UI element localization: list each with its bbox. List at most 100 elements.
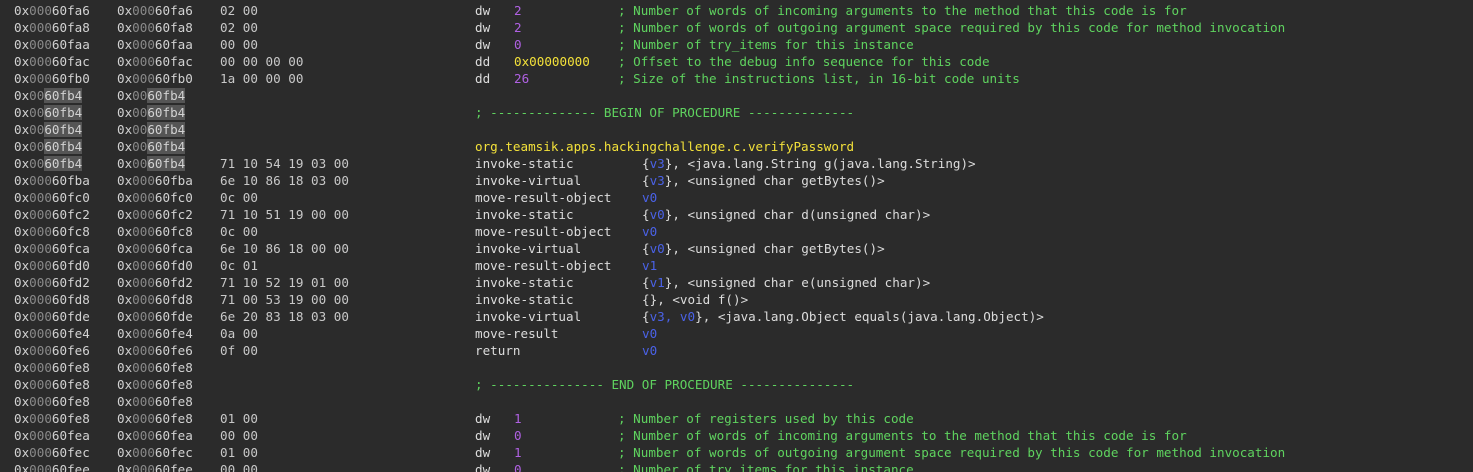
method-signature[interactable]: , <unsigned char getBytes()> <box>672 241 884 256</box>
register[interactable]: v0 <box>642 223 657 240</box>
directive-value[interactable]: 0x00000000 <box>514 53 590 70</box>
virtual-address[interactable]: 0x0060fb4 <box>117 138 186 155</box>
file-offset[interactable]: 0x00060fea <box>14 427 90 444</box>
virtual-address[interactable]: 0x00060fac <box>117 53 193 70</box>
file-offset[interactable]: 0x00060faa <box>14 36 90 53</box>
file-offset[interactable]: 0x0060fb4 <box>14 104 83 121</box>
register[interactable]: v1 <box>642 257 657 274</box>
file-offset[interactable]: 0x00060fee <box>14 461 90 472</box>
register[interactable]: v0 <box>642 189 657 206</box>
listing-row[interactable]: 0x00060fe8 0x00060fe8 01 00 dw 1; Number of … <box>0 410 1473 427</box>
register[interactable]: v3 <box>650 156 665 171</box>
listing-row[interactable]: 0x00060fe8 0x00060fe8; --------------- EN… <box>0 376 1473 393</box>
listing-row[interactable]: 0x00060fba 0x00060fba 6e 10 86 18 03 00 inv… <box>0 172 1473 189</box>
method-signature[interactable]: , <unsigned char e(unsigned char)> <box>672 275 930 290</box>
virtual-address[interactable]: 0x00060fca <box>117 240 193 257</box>
method-signature[interactable]: , <void f()> <box>657 292 748 307</box>
listing-row[interactable]: 0x00060fd0 0x00060fd0 0c 01 move-result-obj… <box>0 257 1473 274</box>
file-offset[interactable]: 0x00060fe6 <box>14 342 90 359</box>
virtual-address[interactable]: 0x00060fc8 <box>117 223 193 240</box>
virtual-address[interactable]: 0x00060fa6 <box>117 2 193 19</box>
virtual-address[interactable]: 0x00060fd0 <box>117 257 193 274</box>
virtual-address[interactable]: 0x00060fba <box>117 172 193 189</box>
file-offset[interactable]: 0x00060fec <box>14 444 90 461</box>
directive-value[interactable]: 1 <box>514 444 522 461</box>
register[interactable]: v3 <box>650 173 665 188</box>
file-offset[interactable]: 0x00060fd8 <box>14 291 90 308</box>
listing-row[interactable]: 0x00060fe4 0x00060fe4 0a 00 move-result v0 <box>0 325 1473 342</box>
virtual-address[interactable]: 0x00060faa <box>117 36 193 53</box>
file-offset[interactable]: 0x00060fd2 <box>14 274 90 291</box>
virtual-address[interactable]: 0x00060fd2 <box>117 274 193 291</box>
listing-row[interactable]: 0x00060fe8 0x00060fe8 <box>0 359 1473 376</box>
virtual-address[interactable]: 0x00060fe8 <box>117 359 193 376</box>
listing-row[interactable]: 0x0060fb4 0x0060fb4; -------------- BEGIN… <box>0 104 1473 121</box>
listing-row[interactable]: 0x00060fe6 0x00060fe6 0f 00 return v0 <box>0 342 1473 359</box>
virtual-address[interactable]: 0x00060fe4 <box>117 325 193 342</box>
listing-row[interactable]: 0x00060fa6 0x00060fa6 02 00 dw 2; Number of … <box>0 2 1473 19</box>
disassembly-listing[interactable]: 0x00060fa6 0x00060fa6 02 00 dw 2; Number of … <box>0 0 1473 472</box>
virtual-address[interactable]: 0x00060fc2 <box>117 206 193 223</box>
listing-row[interactable]: 0x00060fac 0x00060fac 00 00 00 00 dd 0x00000… <box>0 53 1473 70</box>
file-offset[interactable]: 0x0060fb4 <box>14 138 83 155</box>
file-offset[interactable]: 0x0060fb4 <box>14 121 83 138</box>
directive-value[interactable]: 0 <box>514 461 522 472</box>
file-offset[interactable]: 0x00060fba <box>14 172 90 189</box>
listing-row[interactable]: 0x00060fee 0x00060fee 00 00 dw 0; Number of … <box>0 461 1473 472</box>
virtual-address[interactable]: 0x00060fea <box>117 427 193 444</box>
virtual-address[interactable]: 0x00060fc0 <box>117 189 193 206</box>
listing-row[interactable]: 0x00060fc8 0x00060fc8 0c 00 move-result-obj… <box>0 223 1473 240</box>
method-signature[interactable]: , <unsigned char getBytes()> <box>672 173 884 188</box>
virtual-address[interactable]: 0x00060fe8 <box>117 393 193 410</box>
directive-value[interactable]: 0 <box>514 427 522 444</box>
virtual-address[interactable]: 0x00060fe6 <box>117 342 193 359</box>
register[interactable]: v3, v0 <box>650 309 696 324</box>
listing-row[interactable]: 0x00060fde 0x00060fde 6e 20 83 18 03 00 inv… <box>0 308 1473 325</box>
register[interactable]: v0 <box>650 207 665 222</box>
register[interactable]: v0 <box>642 342 657 359</box>
register[interactable]: v0 <box>650 241 665 256</box>
virtual-address[interactable]: 0x00060fee <box>117 461 193 472</box>
virtual-address[interactable]: 0x00060fe8 <box>117 410 193 427</box>
listing-row[interactable]: 0x00060fd8 0x00060fd8 71 00 53 19 00 00 inv… <box>0 291 1473 308</box>
directive-value[interactable]: 26 <box>514 70 529 87</box>
file-offset[interactable]: 0x00060fc8 <box>14 223 90 240</box>
listing-row[interactable]: 0x00060faa 0x00060faa 00 00 dw 0; Number of … <box>0 36 1473 53</box>
file-offset[interactable]: 0x00060fb0 <box>14 70 90 87</box>
file-offset[interactable]: 0x00060fc0 <box>14 189 90 206</box>
listing-row[interactable]: 0x00060fb0 0x00060fb0 1a 00 00 00 dd 26; Siz… <box>0 70 1473 87</box>
file-offset[interactable]: 0x00060fd0 <box>14 257 90 274</box>
listing-row[interactable]: 0x00060fec 0x00060fec 01 00 dw 1; Number of … <box>0 444 1473 461</box>
virtual-address[interactable]: 0x00060fa8 <box>117 19 193 36</box>
file-offset[interactable]: 0x0060fb4 <box>14 87 83 104</box>
directive-value[interactable]: 2 <box>514 19 522 36</box>
file-offset[interactable]: 0x00060fac <box>14 53 90 70</box>
listing-row[interactable]: 0x00060fa8 0x00060fa8 02 00 dw 2; Number of … <box>0 19 1473 36</box>
virtual-address[interactable]: 0x0060fb4 <box>117 121 186 138</box>
virtual-address[interactable]: 0x00060fde <box>117 308 193 325</box>
listing-row[interactable]: 0x00060fd2 0x00060fd2 71 10 52 19 01 00 inv… <box>0 274 1473 291</box>
virtual-address[interactable]: 0x00060fec <box>117 444 193 461</box>
file-offset[interactable]: 0x00060fe8 <box>14 410 90 427</box>
listing-row[interactable]: 0x0060fb4 0x0060fb4 <box>0 121 1473 138</box>
file-offset[interactable]: 0x0060fb4 <box>14 155 83 172</box>
listing-row[interactable]: 0x00060fe8 0x00060fe8 <box>0 393 1473 410</box>
method-signature[interactable]: , <unsigned char d(unsigned char)> <box>672 207 930 222</box>
directive-value[interactable]: 2 <box>514 2 522 19</box>
register[interactable]: v1 <box>650 275 665 290</box>
file-offset[interactable]: 0x00060fe8 <box>14 359 90 376</box>
file-offset[interactable]: 0x00060fe8 <box>14 376 90 393</box>
virtual-address[interactable]: 0x0060fb4 <box>117 104 186 121</box>
file-offset[interactable]: 0x00060fe4 <box>14 325 90 342</box>
file-offset[interactable]: 0x00060fa8 <box>14 19 90 36</box>
file-offset[interactable]: 0x00060fa6 <box>14 2 90 19</box>
file-offset[interactable]: 0x00060fca <box>14 240 90 257</box>
file-offset[interactable]: 0x00060fde <box>14 308 90 325</box>
virtual-address[interactable]: 0x00060fd8 <box>117 291 193 308</box>
listing-row[interactable]: 0x0060fb4 0x0060fb4 <box>0 87 1473 104</box>
method-signature[interactable]: , <java.lang.Object equals(java.lang.Obj… <box>703 309 1044 324</box>
directive-value[interactable]: 1 <box>514 410 522 427</box>
listing-row[interactable]: 0x0060fb4 0x0060fb4 71 10 54 19 03 00 invok… <box>0 155 1473 172</box>
file-offset[interactable]: 0x00060fe8 <box>14 393 90 410</box>
method-signature[interactable]: , <java.lang.String g(java.lang.String)> <box>672 156 975 171</box>
